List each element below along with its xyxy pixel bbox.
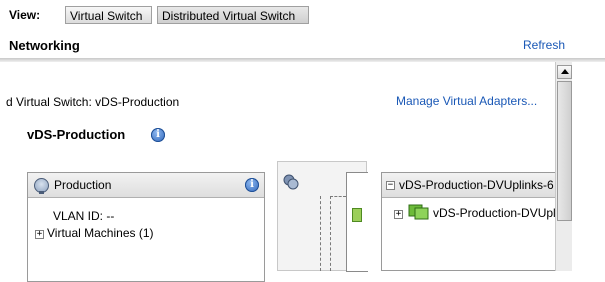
refresh-link[interactable]: Refresh xyxy=(523,38,565,52)
uplinks-collapse-icon[interactable]: − xyxy=(386,181,395,190)
switch-port-block xyxy=(346,172,368,272)
uplinks-panel: − vDS-Production-DVUplinks-6 + vDS-Produ… xyxy=(381,172,555,271)
port-group-title: Production xyxy=(54,178,112,192)
connection-line xyxy=(320,196,321,271)
connection-line xyxy=(330,196,346,197)
vlan-id-label: VLAN ID: -- xyxy=(53,209,115,223)
switch-info-icon[interactable]: i xyxy=(151,128,165,142)
scroll-up-arrow-icon[interactable] xyxy=(557,65,572,79)
virtual-switch-view-button[interactable]: Virtual Switch xyxy=(65,6,152,24)
port-group-header: Production i xyxy=(28,173,264,198)
switch-graphic xyxy=(277,161,368,272)
port-group-info-icon[interactable]: i xyxy=(245,178,259,192)
uplink-nic-icon xyxy=(408,204,429,220)
uplinks-header: − vDS-Production-DVUplinks-6 xyxy=(382,173,555,198)
distributed-virtual-switch-view-button[interactable]: Distributed Virtual Switch xyxy=(157,6,309,24)
port-group-panel: Production i VLAN ID: -- + Virtual Machi… xyxy=(27,172,265,282)
switch-port-icon[interactable] xyxy=(352,208,362,222)
switch-icon xyxy=(283,174,299,190)
virtual-machines-label[interactable]: Virtual Machines (1) xyxy=(47,226,154,240)
connection-line xyxy=(330,196,331,271)
vertical-scrollbar[interactable] xyxy=(555,62,572,271)
network-globe-icon xyxy=(34,178,49,194)
uplink-item-label[interactable]: vDS-Production-DVUpl xyxy=(433,206,555,220)
virtual-machines-expand-icon[interactable]: + xyxy=(35,230,44,239)
manage-virtual-adapters-link[interactable]: Manage Virtual Adapters... xyxy=(396,94,537,108)
scrollbar-thumb[interactable] xyxy=(557,81,572,221)
networking-title: Networking xyxy=(9,38,80,53)
distributed-switch-header: d Virtual Switch: vDS-Production xyxy=(6,95,180,109)
uplinks-title: vDS-Production-DVUplinks-6 xyxy=(399,178,554,192)
view-label: View: xyxy=(9,8,41,22)
switch-name-title: vDS-Production xyxy=(27,127,126,142)
uplink-expand-icon[interactable]: + xyxy=(394,210,403,219)
